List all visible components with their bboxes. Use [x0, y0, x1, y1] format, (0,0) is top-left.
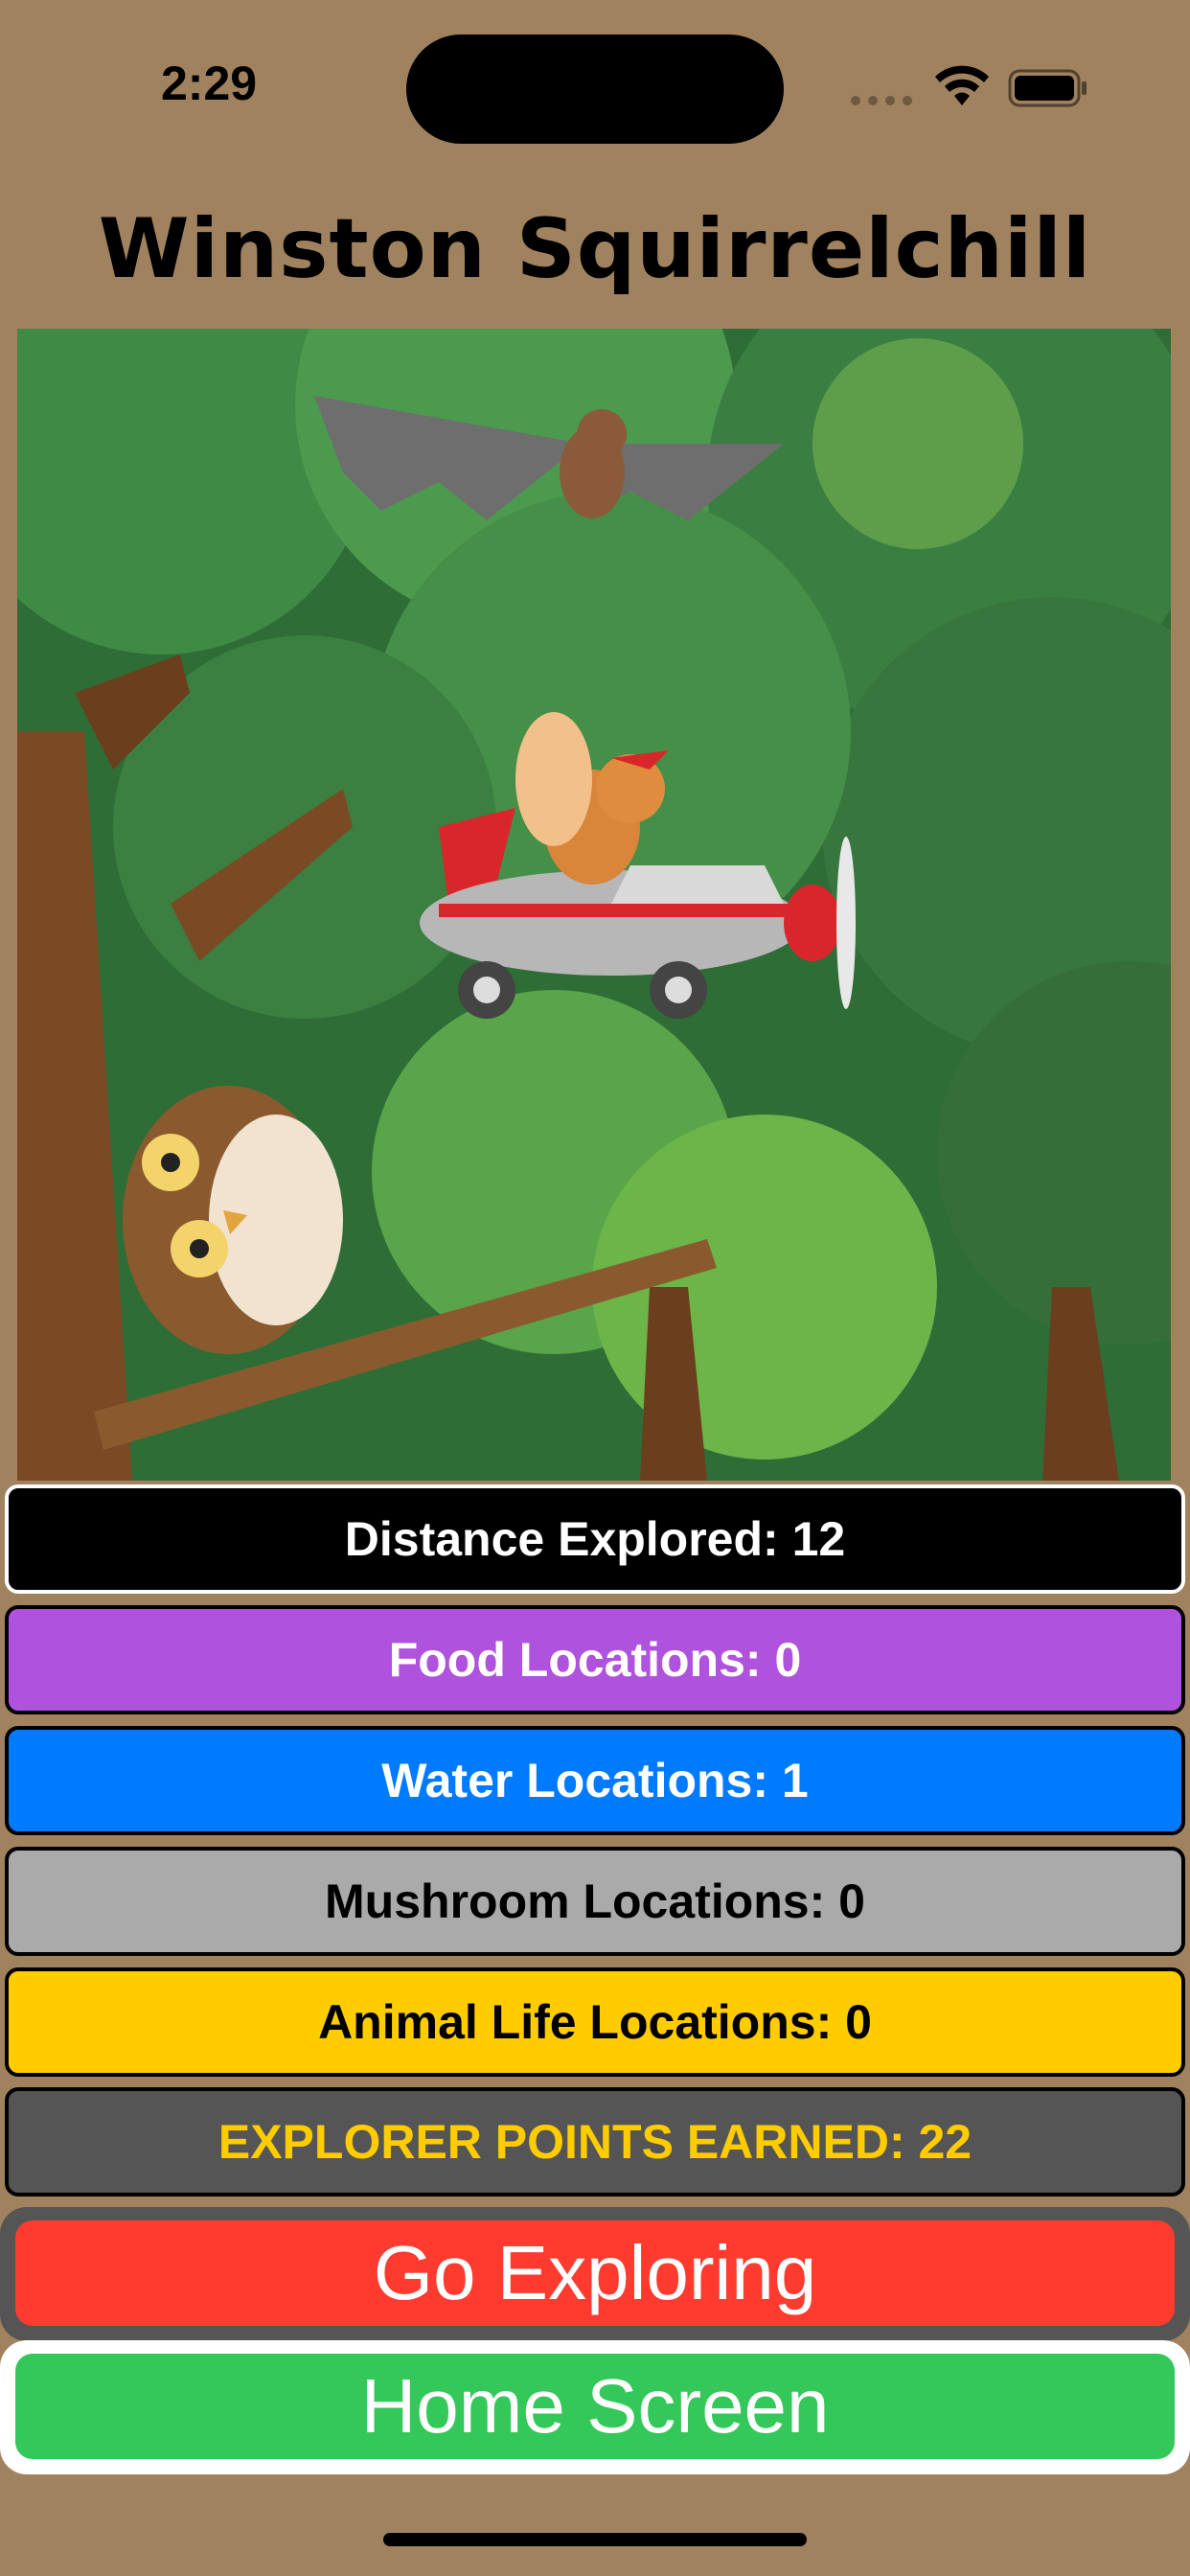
- mushroom-locations-stat: Mushroom Locations: 0: [5, 1847, 1185, 1956]
- home-screen-button-frame: Home Screen: [0, 2340, 1190, 2474]
- signal-dots-icon: [851, 96, 912, 105]
- home-screen-button[interactable]: Home Screen: [15, 2354, 1175, 2459]
- go-exploring-button[interactable]: Go Exploring: [15, 2220, 1175, 2326]
- distance-explored-label: Distance Explored: 12: [344, 1512, 846, 1566]
- water-locations-label: Water Locations: 1: [381, 1754, 809, 1807]
- go-exploring-button-frame: Go Exploring: [0, 2207, 1190, 2341]
- wifi-icon: [935, 65, 989, 105]
- status-time: 2:29: [161, 57, 258, 110]
- forest-scene: [17, 329, 1171, 1481]
- home-indicator: [383, 2533, 807, 2546]
- food-locations-label: Food Locations: 0: [388, 1633, 802, 1687]
- water-locations-stat: Water Locations: 1: [5, 1726, 1185, 1835]
- dynamic-island: [406, 34, 784, 144]
- distance-explored-stat: Distance Explored: 12: [5, 1484, 1185, 1594]
- page-title: Winston Squirrelchill: [98, 201, 1092, 297]
- forest-illustration: [17, 329, 1171, 1481]
- explorer-points-label: EXPLORER POINTS EARNED: 22: [217, 2115, 973, 2169]
- animal-life-locations-label: Animal Life Locations: 0: [318, 1995, 872, 2049]
- battery-icon: [1008, 69, 1087, 107]
- mushroom-locations-label: Mushroom Locations: 0: [325, 1874, 865, 1928]
- animal-life-locations-stat: Animal Life Locations: 0: [5, 1967, 1185, 2077]
- food-locations-stat: Food Locations: 0: [5, 1605, 1185, 1714]
- explorer-points-stat: EXPLORER POINTS EARNED: 22: [5, 2087, 1185, 2196]
